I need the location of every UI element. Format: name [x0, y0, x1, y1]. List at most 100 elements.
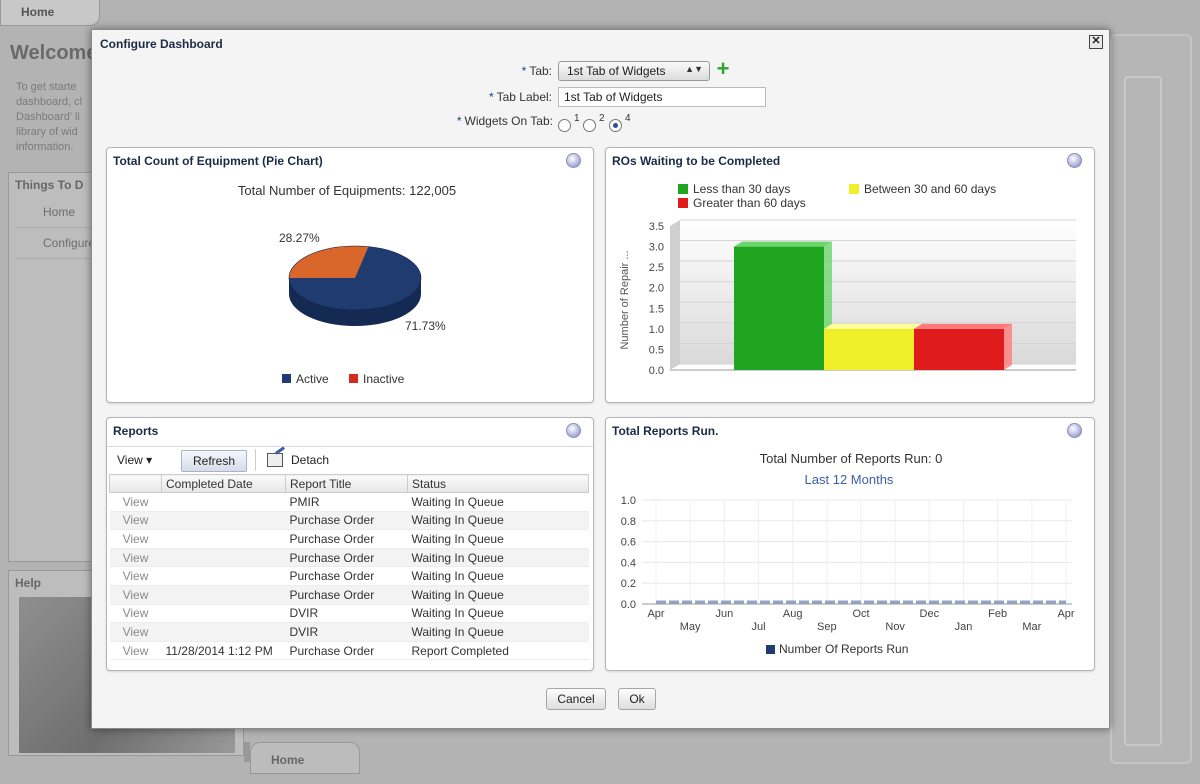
bar [914, 328, 1004, 370]
tab-select[interactable]: 1st Tab of Widgets ▲▼ [558, 61, 710, 81]
widgets-radio-4-label: 4 [625, 113, 631, 124]
view-link[interactable]: View [109, 529, 162, 549]
status-cell: Waiting In Queue [407, 566, 589, 586]
bar-side-face [1004, 323, 1012, 370]
add-tab-icon[interactable]: + [713, 58, 733, 80]
table-row: View DVIR Waiting In Queue [109, 622, 589, 642]
home-tab[interactable]: Home [0, 0, 100, 26]
ok-button[interactable]: Ok [618, 688, 656, 710]
report-title-cell: DVIR [285, 604, 408, 624]
intro-line: information. [16, 141, 74, 153]
tab-label-input[interactable]: 1st Tab of Widgets [558, 87, 766, 107]
view-link[interactable]: View [109, 641, 162, 661]
report-title-cell: DVIR [285, 622, 408, 642]
x-tick-label: Feb [988, 608, 1007, 620]
chart-side-wall [670, 220, 680, 370]
configure-link[interactable]: Configure [15, 228, 97, 259]
view-menu[interactable]: View ▾ [117, 453, 152, 467]
column-header-report-title[interactable]: Report Title [285, 474, 408, 493]
y-axis-label: Number of Repair ... [619, 250, 631, 349]
view-link[interactable]: View [109, 511, 162, 531]
reports-panel: Reports View ▾ Refresh Detach Completed … [106, 417, 594, 671]
x-tick-label: Apr [1057, 608, 1074, 620]
view-link[interactable]: View [109, 604, 162, 624]
report-title-cell: Purchase Order [285, 585, 408, 605]
table-row: View DVIR Waiting In Queue [109, 604, 589, 624]
reports-table: Completed Date Report Title Status View … [109, 474, 589, 661]
legend-swatch-red [678, 198, 688, 208]
reports-toolbar: View ▾ Refresh Detach [107, 446, 593, 474]
required-mark: * [521, 64, 527, 78]
x-tick-label: Mar [1022, 621, 1041, 633]
table-row: View Purchase Order Waiting In Queue [109, 529, 589, 549]
widgets-on-tab-text: Widgets On Tab: [464, 114, 554, 128]
report-title-cell: Purchase Order [285, 548, 408, 568]
intro-text: To get starte dashboard, cl Dashboard' l… [16, 80, 96, 155]
legend-label-lt30: Less than 30 days [693, 182, 790, 196]
y-tick-label: 0.2 [621, 578, 636, 590]
report-title-cell: PMIR [285, 492, 408, 512]
widgets-radio-2-label: 2 [599, 113, 605, 124]
table-row: View Purchase Order Waiting In Queue [109, 585, 589, 605]
total-reports-panel: Total Reports Run. Total Number of Repor… [605, 417, 1095, 671]
y-tick-label: 3.5 [649, 221, 664, 233]
legend-label-active: Active [296, 372, 329, 386]
view-link[interactable]: View [109, 585, 162, 605]
completed-date-cell [161, 566, 286, 586]
view-link[interactable]: View [109, 622, 162, 642]
intro-line: Dashboard' li [16, 111, 80, 123]
home-link[interactable]: Home [15, 197, 97, 228]
y-tick-label: 2.5 [649, 262, 664, 274]
intro-line: dashboard, cl [16, 96, 83, 108]
welcome-heading: Welcome [10, 42, 98, 64]
column-header[interactable] [109, 474, 162, 493]
column-header-completed-date[interactable]: Completed Date [161, 474, 286, 493]
completed-date-cell [161, 529, 286, 549]
close-icon[interactable]: ✕ [1089, 35, 1103, 49]
refresh-button[interactable]: Refresh [181, 450, 247, 472]
widgets-radio-1-label: 1 [574, 113, 580, 124]
view-link[interactable]: View [109, 492, 162, 512]
bar [824, 328, 914, 370]
column-header-status[interactable]: Status [407, 474, 589, 493]
report-title-cell: Purchase Order [285, 641, 408, 661]
view-link[interactable]: View [109, 566, 162, 586]
ros-bar-chart: Less than 30 days Between 30 and 60 days… [619, 182, 1076, 377]
widgets-radio-1[interactable] [558, 119, 571, 132]
pie-chart-title: Total Number of Equipments: 122,005 [238, 183, 456, 198]
pie-value-label-active: 71.73% [405, 319, 446, 333]
dropdown-arrows-icon: ▲▼ [685, 64, 703, 74]
x-tick-label: Jul [751, 621, 765, 633]
table-row: View Purchase Order Waiting In Queue [109, 548, 589, 568]
completed-date-cell [161, 585, 286, 605]
x-tick-label: Oct [852, 608, 869, 620]
table-row: View 11/28/2014 1:12 PM Purchase Order R… [109, 641, 589, 661]
cancel-button[interactable]: Cancel [546, 688, 606, 710]
report-title-cell: Purchase Order [285, 529, 408, 549]
x-tick-label: Jan [955, 621, 973, 633]
detach-icon[interactable] [267, 453, 283, 467]
bottom-home-tab[interactable]: Home [250, 742, 360, 774]
completed-date-cell [161, 548, 286, 568]
tab-label-text: Tab: [529, 64, 552, 78]
view-link[interactable]: View [109, 548, 162, 568]
bar-top-face [914, 323, 1012, 329]
intro-line: To get starte [16, 81, 77, 93]
y-tick-label: 1.0 [621, 495, 636, 507]
table-header-row: Completed Date Report Title Status [109, 474, 589, 493]
tab-label-label-text: Tab Label: [496, 90, 552, 104]
report-title-cell: Purchase Order [285, 511, 408, 531]
bar-top-face [734, 241, 832, 247]
widgets-radio-4[interactable] [609, 119, 622, 132]
x-tick-label: Sep [817, 621, 837, 633]
widgets-radio-2[interactable] [583, 119, 596, 132]
status-cell: Waiting In Queue [407, 622, 589, 642]
things-to-do-panel: Things To D Home Configure [8, 172, 98, 562]
detach-button[interactable]: Detach [291, 453, 329, 467]
legend-swatch-yellow [849, 184, 859, 194]
panel-title: Reports [113, 424, 159, 438]
y-tick-label: 0.4 [621, 557, 636, 569]
x-tick-label: Apr [647, 608, 664, 620]
panel-menu-icon[interactable] [566, 423, 581, 438]
tab-field-label: * Tab: [452, 64, 552, 78]
